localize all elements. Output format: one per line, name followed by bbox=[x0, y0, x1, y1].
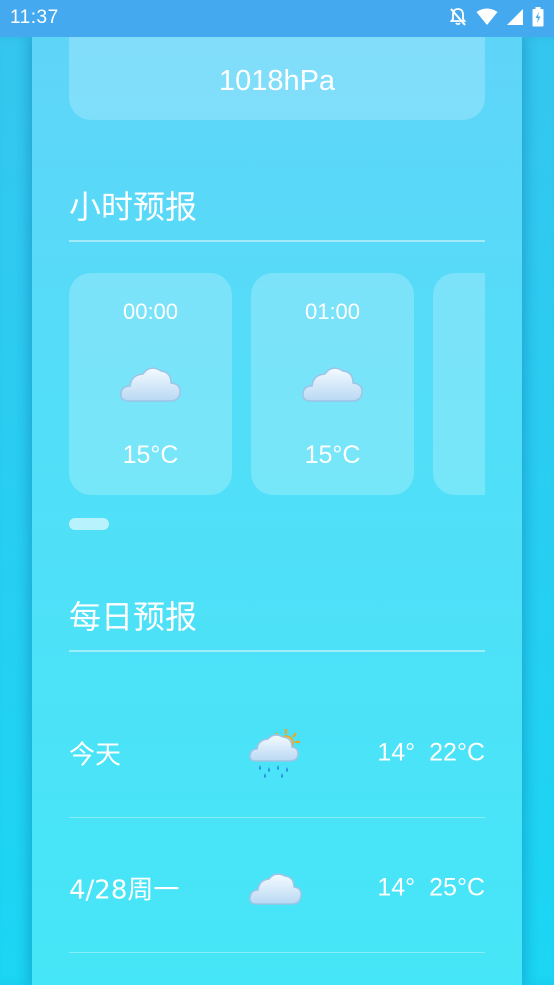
scroll-indicator[interactable] bbox=[69, 518, 109, 530]
pressure-value: 1018hPa bbox=[218, 65, 336, 97]
hourly-forecast-list[interactable]: 00:00 15°C 01:00 15°C bbox=[69, 273, 485, 495]
daily-divider bbox=[69, 650, 485, 652]
rain-sun-cloud-icon bbox=[249, 728, 300, 778]
daily-high-temp: 25°C bbox=[429, 873, 485, 901]
hourly-divider bbox=[69, 240, 485, 242]
weather-panel[interactable]: 1018hPa 小时预报 00:00 15°C 01:00 15°C 每日预报 … bbox=[32, 37, 522, 985]
background-right bbox=[522, 37, 554, 985]
daily-row[interactable]: 今天 14° 22°C bbox=[69, 685, 485, 820]
battery-charging-icon bbox=[532, 7, 544, 31]
background-left bbox=[0, 37, 32, 985]
hourly-forecast-title: 小时预报 bbox=[69, 188, 198, 226]
status-time: 11:37 bbox=[10, 7, 59, 28]
wifi-icon bbox=[476, 8, 498, 30]
daily-forecast-title: 每日预报 bbox=[69, 598, 198, 636]
cloud-icon bbox=[120, 367, 181, 402]
hourly-temp: 15°C bbox=[122, 441, 179, 469]
hourly-card[interactable] bbox=[433, 273, 485, 495]
daily-low-temp: 14° bbox=[377, 738, 416, 766]
row-divider bbox=[69, 817, 485, 818]
daily-row[interactable]: 4/28周一 14° 25°C bbox=[69, 820, 485, 955]
pressure-card: 1018hPa bbox=[69, 37, 485, 120]
status-icons bbox=[448, 7, 544, 31]
hourly-time: 01:00 bbox=[304, 299, 361, 324]
hourly-temp: 15°C bbox=[304, 441, 361, 469]
daily-high-temp: 22°C bbox=[429, 738, 485, 766]
notifications-off-icon bbox=[448, 7, 468, 31]
cloud-icon bbox=[302, 367, 363, 402]
hourly-card[interactable]: 00:00 15°C bbox=[69, 273, 232, 495]
daily-day-label: 今天 bbox=[69, 740, 122, 770]
daily-temps: 14° 25°C bbox=[377, 873, 485, 902]
daily-low-temp: 14° bbox=[377, 873, 416, 901]
signal-icon bbox=[506, 8, 524, 30]
status-bar: 11:37 bbox=[0, 0, 554, 37]
hourly-card[interactable]: 01:00 15°C bbox=[251, 273, 414, 495]
row-divider bbox=[69, 952, 485, 953]
cloud-icon bbox=[249, 872, 302, 905]
hourly-time: 00:00 bbox=[122, 299, 179, 324]
daily-temps: 14° 22°C bbox=[377, 738, 485, 767]
daily-day-label: 4/28周一 bbox=[69, 875, 180, 905]
